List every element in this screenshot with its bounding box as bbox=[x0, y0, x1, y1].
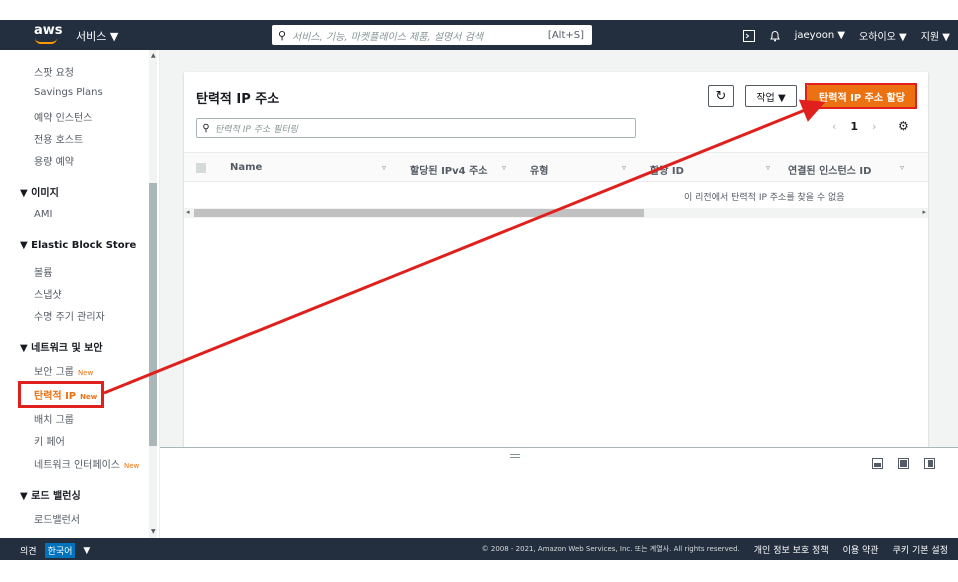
sidebar-item-label: 보안 그룹 bbox=[34, 367, 74, 378]
sidebar-item-volumes[interactable]: 볼륨 bbox=[34, 264, 52, 279]
cloudshell-icon[interactable] bbox=[742, 29, 755, 42]
split-panel-full-icon[interactable] bbox=[898, 458, 909, 469]
column-header-name[interactable]: Name bbox=[230, 162, 262, 173]
table-horizontal-scrollbar[interactable]: ◂ ▸ bbox=[184, 208, 928, 218]
sidebar-item-snapshots[interactable]: 스냅샷 bbox=[34, 286, 62, 301]
global-search[interactable]: ⚲ 서비스, 기능, 마켓플레이스 제품, 설명서 검색 [Alt+S] bbox=[272, 25, 592, 45]
empty-table-message: 이 리전에서 탄력적 IP 주소를 찾을 수 없음 bbox=[684, 193, 845, 203]
search-placeholder: 서비스, 기능, 마켓플레이스 제품, 설명서 검색 bbox=[292, 31, 484, 43]
sidebar-group-network-security[interactable]: ▼ 네트워크 및 보안 bbox=[20, 339, 103, 354]
split-panel-side-icon[interactable] bbox=[924, 458, 935, 469]
search-icon: ⚲ bbox=[277, 28, 287, 42]
column-header-allocation-id[interactable]: 할당 ID bbox=[650, 162, 684, 177]
aws-logo[interactable]: aws bbox=[34, 23, 63, 46]
sidebar-item-ami[interactable]: AMI bbox=[34, 209, 52, 220]
annotation-highlight-button bbox=[805, 83, 917, 109]
sidebar-item-dedicated-hosts[interactable]: 전용 호스트 bbox=[34, 131, 83, 146]
scroll-right-arrow-icon[interactable]: ▸ bbox=[922, 208, 926, 216]
sidebar-item-capacity-reservations[interactable]: 용량 예약 bbox=[34, 153, 74, 168]
table-header: Name ▿ 할당된 IPv4 주소 ▿ 유형 ▿ 할당 ID ▿ 연결된 인스… bbox=[184, 152, 928, 182]
main-content: 탄력적 IP 주소 ↻ 작업 ▼ 탄력적 IP 주소 할당 ⚲ 탄력적 IP 주… bbox=[160, 50, 958, 448]
next-page-button[interactable]: › bbox=[872, 120, 876, 133]
horizontal-scrollbar-thumb[interactable] bbox=[194, 209, 644, 217]
sort-icon[interactable]: ▿ bbox=[622, 163, 626, 172]
search-icon: ⚲ bbox=[202, 122, 210, 134]
resize-handle-icon[interactable] bbox=[510, 454, 520, 458]
feedback-link[interactable]: 의견 bbox=[20, 544, 37, 557]
aws-smile-icon bbox=[35, 38, 57, 44]
filter-placeholder: 탄력적 IP 주소 필터링 bbox=[215, 124, 298, 135]
actions-button[interactable]: 작업 ▼ bbox=[745, 85, 797, 107]
notifications-bell-icon[interactable] bbox=[769, 30, 781, 42]
sidebar-item-savings-plans[interactable]: Savings Plans bbox=[34, 87, 103, 98]
sort-icon[interactable]: ▿ bbox=[382, 163, 386, 172]
select-all-checkbox[interactable] bbox=[196, 163, 206, 173]
pagination: ‹ 1 › bbox=[832, 120, 876, 133]
nav-right: jaeyoon ▼ 오하이오 ▼ 지원 ▼ bbox=[742, 28, 950, 43]
sidebar-item-label: 네트워크 인터페이스 bbox=[34, 460, 120, 471]
sidebar-item-key-pairs[interactable]: 키 페어 bbox=[34, 433, 65, 448]
cookie-preferences-link[interactable]: 쿠키 기본 설정 bbox=[893, 543, 948, 556]
prev-page-button[interactable]: ‹ bbox=[832, 120, 836, 133]
footer-right: © 2008 - 2021, Amazon Web Services, Inc.… bbox=[482, 543, 948, 556]
scroll-up-arrow-icon[interactable]: ▲ bbox=[151, 52, 156, 59]
column-header-instance-id[interactable]: 연결된 인스턴스 ID bbox=[788, 162, 871, 177]
new-badge: New bbox=[77, 369, 94, 377]
scroll-down-arrow-icon[interactable]: ▼ bbox=[151, 528, 156, 535]
aws-logo-text: aws bbox=[34, 23, 63, 38]
top-navigation: aws 서비스 ▼ ⚲ 서비스, 기능, 마켓플레이스 제품, 설명서 검색 [… bbox=[0, 20, 958, 50]
sidebar-item-lifecycle-manager[interactable]: 수명 주기 관리자 bbox=[34, 308, 105, 323]
sidebar-item-placement-groups[interactable]: 배치 그룹 bbox=[34, 411, 74, 426]
page-title: 탄력적 IP 주소 bbox=[196, 92, 280, 107]
services-menu[interactable]: 서비스 ▼ bbox=[76, 28, 118, 44]
sort-icon[interactable]: ▿ bbox=[900, 163, 904, 172]
sidebar-item-load-balancers[interactable]: 로드밸런서 bbox=[34, 511, 80, 526]
support-menu[interactable]: 지원 ▼ bbox=[921, 28, 950, 43]
sort-icon[interactable]: ▿ bbox=[502, 163, 506, 172]
sidebar-scrollbar-thumb[interactable] bbox=[149, 183, 157, 446]
region-menu[interactable]: 오하이오 ▼ bbox=[859, 28, 907, 43]
sidebar: 스팟 요청 Savings Plans 예약 인스턴스 전용 호스트 용량 예약… bbox=[0, 50, 160, 538]
footer: 의견 한국어 ▼ © 2008 - 2021, Amazon Web Servi… bbox=[0, 538, 958, 560]
refresh-button[interactable]: ↻ bbox=[708, 85, 734, 107]
sidebar-item-spot-requests[interactable]: 스팟 요청 bbox=[34, 64, 74, 79]
annotation-highlight-sidebar bbox=[18, 381, 104, 408]
search-shortcut: [Alt+S] bbox=[547, 29, 584, 41]
page-number[interactable]: 1 bbox=[850, 120, 858, 133]
column-header-ipv4[interactable]: 할당된 IPv4 주소 bbox=[410, 162, 488, 177]
sidebar-group-ebs[interactable]: ▼ Elastic Block Store bbox=[20, 240, 136, 251]
sidebar-group-images[interactable]: ▼ 이미지 bbox=[20, 184, 59, 199]
sidebar-item-reserved-instances[interactable]: 예약 인스턴스 bbox=[34, 109, 92, 124]
terms-link[interactable]: 이용 약관 bbox=[843, 543, 879, 556]
scroll-left-arrow-icon[interactable]: ◂ bbox=[186, 208, 190, 216]
privacy-policy-link[interactable]: 개인 정보 보호 정책 bbox=[754, 543, 829, 556]
elastic-ip-panel: 탄력적 IP 주소 ↻ 작업 ▼ 탄력적 IP 주소 할당 ⚲ 탄력적 IP 주… bbox=[184, 72, 928, 448]
table-settings-gear-icon[interactable]: ⚙ bbox=[898, 119, 909, 133]
footer-left: 의견 한국어 ▼ bbox=[20, 543, 90, 558]
sidebar-group-load-balancing[interactable]: ▼ 로드 밸런싱 bbox=[20, 487, 81, 502]
language-selector[interactable]: 한국어 bbox=[44, 543, 76, 558]
refresh-icon: ↻ bbox=[715, 88, 727, 104]
new-badge: New bbox=[123, 462, 140, 470]
split-panel-bottom-icon[interactable] bbox=[872, 458, 883, 469]
user-menu[interactable]: jaeyoon ▼ bbox=[795, 30, 845, 41]
sort-icon[interactable]: ▿ bbox=[766, 163, 770, 172]
split-panel-bar bbox=[160, 447, 958, 477]
filter-input[interactable]: ⚲ 탄력적 IP 주소 필터링 bbox=[196, 118, 636, 138]
sidebar-item-network-interfaces[interactable]: 네트워크 인터페이스 New bbox=[34, 456, 139, 471]
sidebar-item-security-groups[interactable]: 보안 그룹 New bbox=[34, 363, 93, 378]
copyright-text: © 2008 - 2021, Amazon Web Services, Inc.… bbox=[481, 545, 740, 553]
column-header-type[interactable]: 유형 bbox=[530, 162, 548, 177]
language-caret-icon[interactable]: ▼ bbox=[83, 546, 90, 556]
